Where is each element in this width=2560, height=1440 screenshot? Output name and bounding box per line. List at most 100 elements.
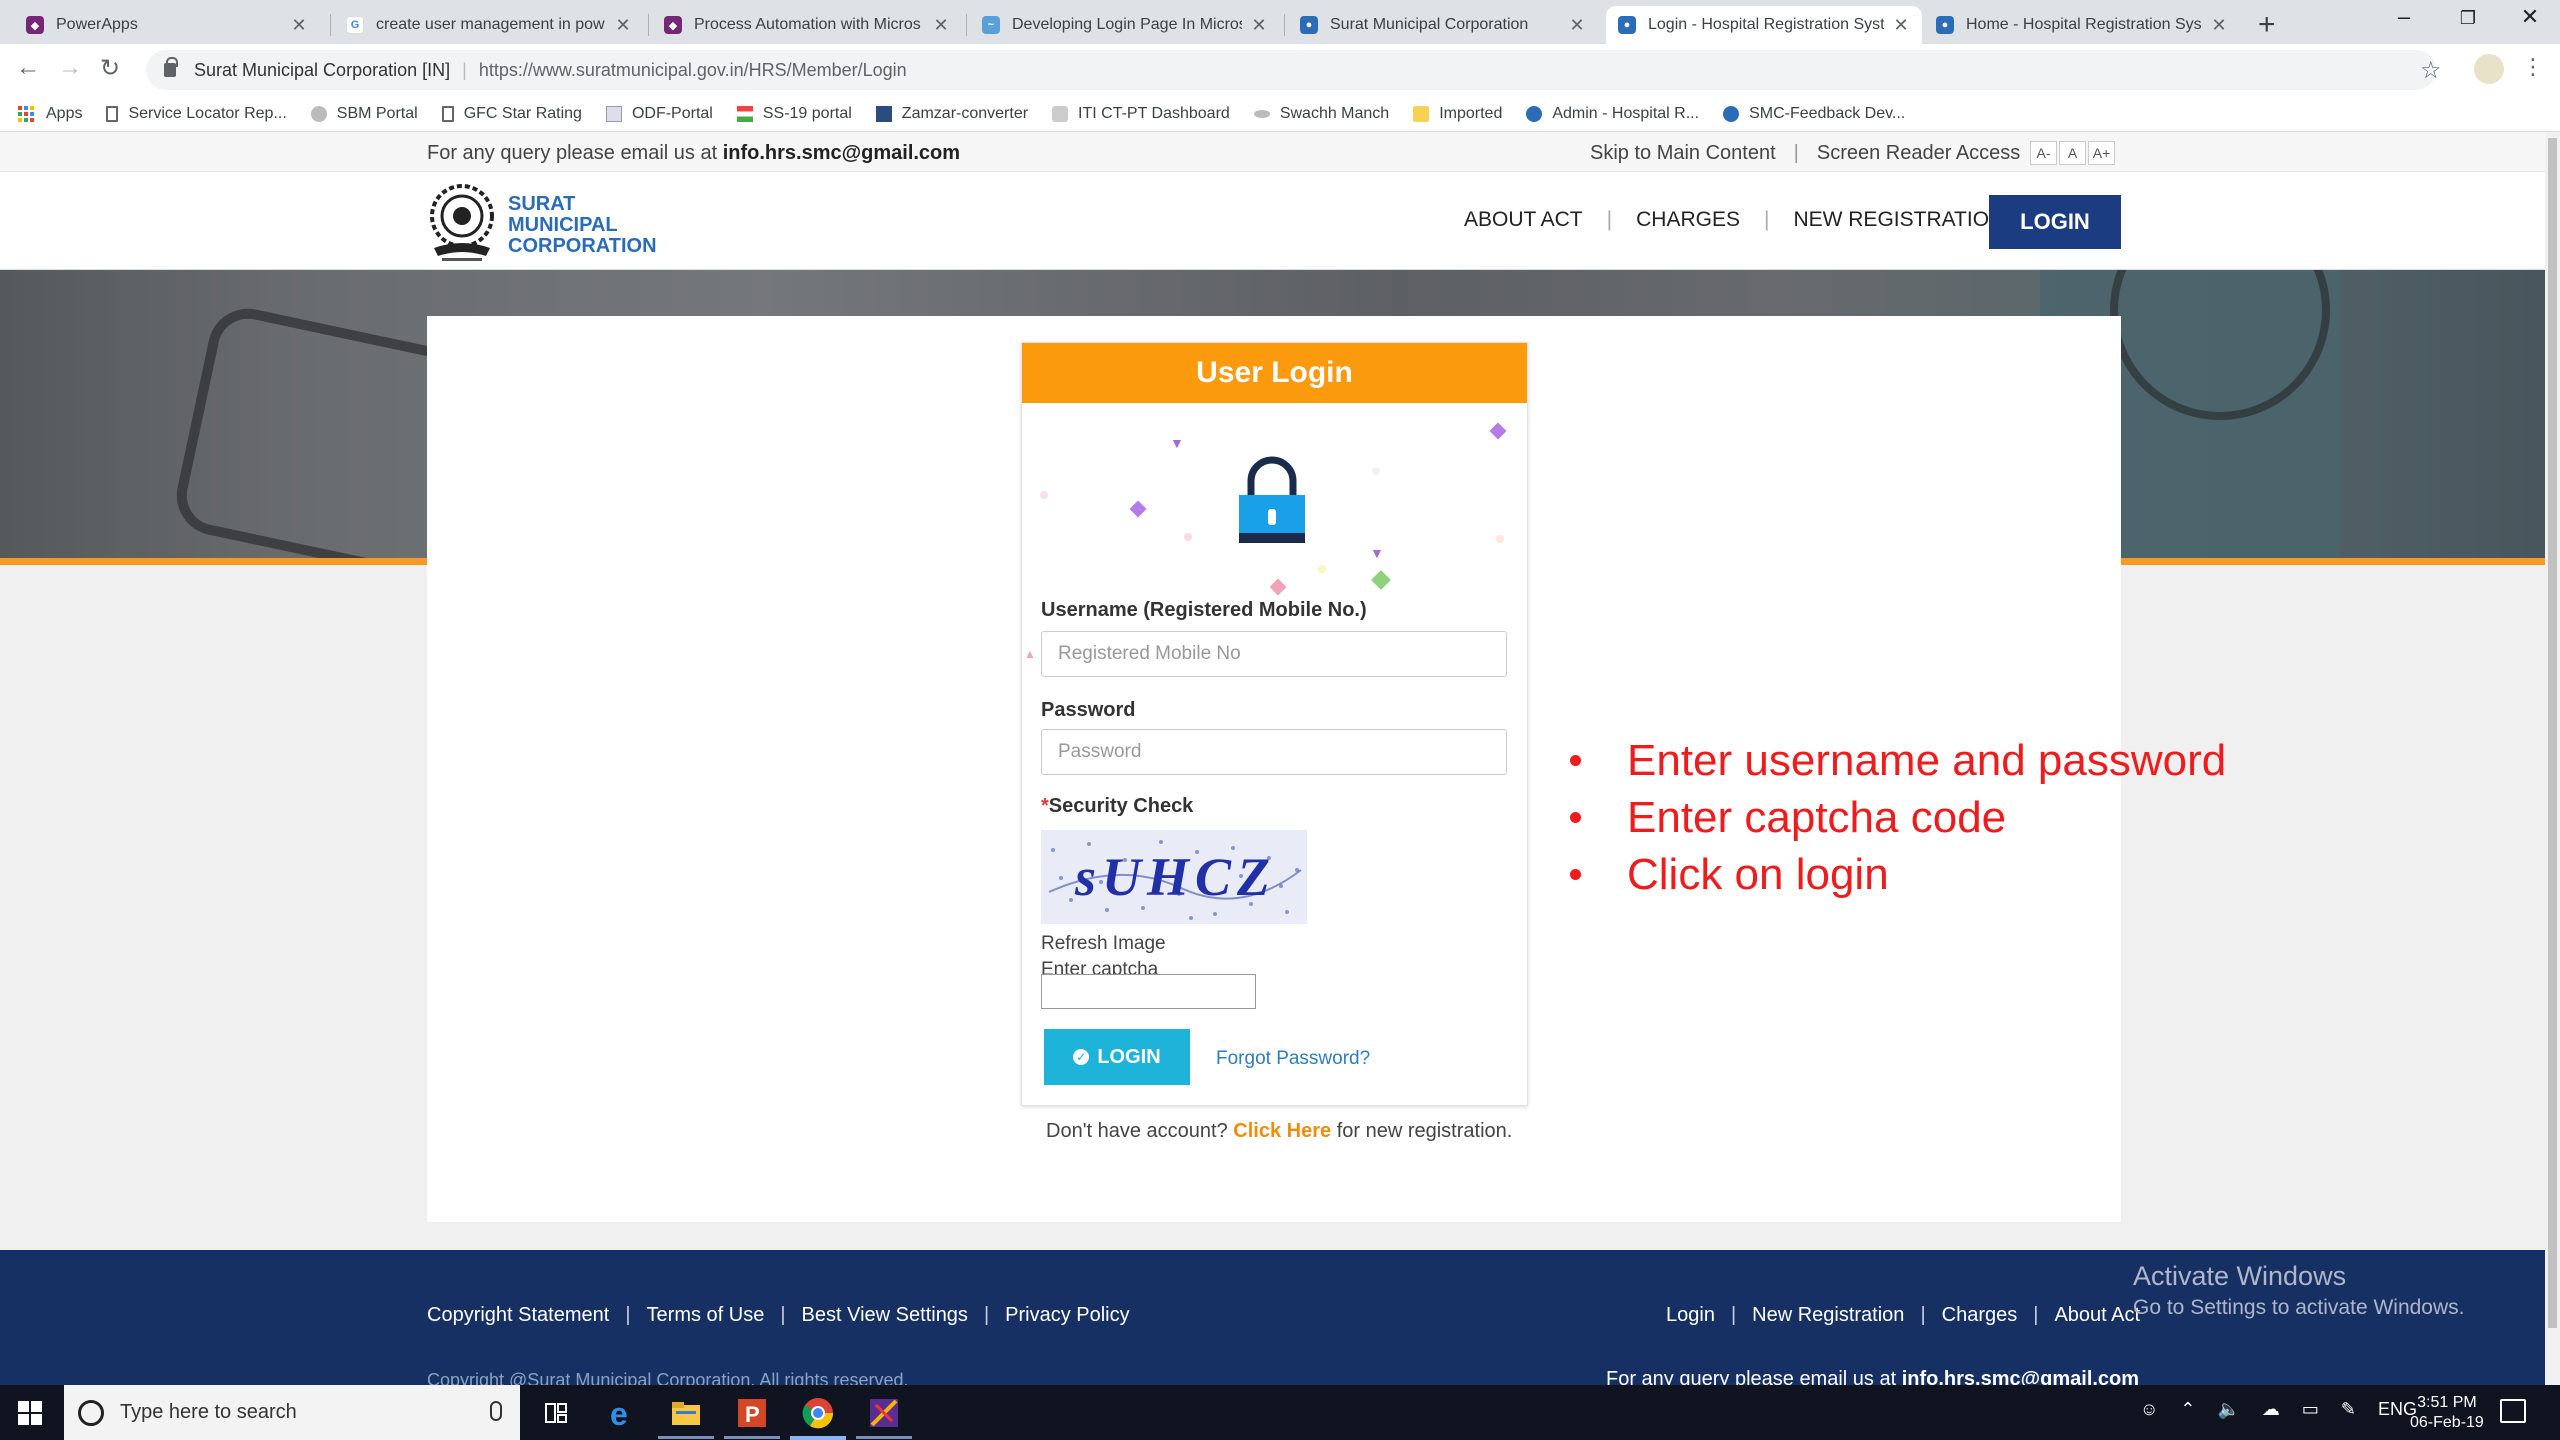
close-tab-icon[interactable]: ✕ (290, 15, 308, 36)
page-icon (106, 105, 119, 122)
browser-tab[interactable]: ~ Developing Login Page In Micros ✕ (970, 6, 1280, 44)
password-input[interactable]: Password (1041, 729, 1507, 775)
logo-line: SURAT (508, 193, 576, 215)
restore-button[interactable]: ❐ (2448, 8, 2488, 29)
bookmark-item[interactable]: ODF-Portal (605, 105, 713, 123)
footer-link[interactable]: Charges (1942, 1304, 2018, 1327)
odf-icon (605, 105, 622, 122)
notification-center-icon[interactable] (2500, 1399, 2526, 1423)
reload-icon[interactable]: ↻ (100, 54, 120, 83)
footer-link[interactable]: About Act (2054, 1304, 2140, 1327)
task-view-icon[interactable] (538, 1395, 574, 1431)
smc-emblem-icon[interactable] (428, 178, 496, 264)
close-tab-icon[interactable]: ✕ (1250, 15, 1268, 36)
nav-about-act[interactable]: ABOUT ACT (1464, 208, 1583, 232)
bookmark-item[interactable]: SBM Portal (310, 105, 418, 123)
logo-text[interactable]: SURAT MUNICIPAL CORPORATION (508, 194, 657, 257)
nav-charges[interactable]: CHARGES (1636, 208, 1740, 232)
file-explorer-icon[interactable] (668, 1395, 704, 1431)
confetti-decoration: ▼ (1370, 545, 1384, 561)
close-tab-icon[interactable]: ✕ (932, 15, 950, 36)
browser-tab[interactable]: ◆ Process Automation with Micros ✕ (652, 6, 962, 44)
footer-link[interactable]: Privacy Policy (1005, 1304, 1129, 1327)
font-increase-button[interactable]: A+ (2088, 141, 2115, 165)
onedrive-cloud-icon[interactable]: ☁ (2262, 1399, 2280, 1420)
browser-tab[interactable]: G create user management in pow ✕ (334, 6, 644, 44)
bookmark-star-icon[interactable]: ☆ (2420, 56, 2442, 85)
close-tab-icon[interactable]: ✕ (614, 15, 632, 36)
close-tab-icon[interactable]: ✕ (2210, 15, 2228, 36)
close-window-button[interactable]: ✕ (2510, 4, 2550, 30)
profile-avatar[interactable] (2474, 54, 2504, 84)
tab-title: Developing Login Page In Micros (1012, 16, 1242, 33)
more-menu-icon[interactable]: ⋮ (2522, 54, 2544, 80)
font-decrease-button[interactable]: A- (2030, 141, 2057, 165)
browser-tab[interactable]: ● Home - Hospital Registration Sys ✕ (1924, 6, 2240, 44)
bookmark-item[interactable]: SS-19 portal (736, 105, 852, 123)
microphone-icon[interactable] (490, 1401, 502, 1421)
refresh-image-link[interactable]: Refresh Image (1041, 933, 1166, 955)
taskbar-search[interactable]: Type here to search (64, 1385, 520, 1440)
footer-link[interactable]: New Registration (1752, 1304, 1904, 1327)
bookmark-item[interactable]: Zamzar-converter (875, 104, 1029, 123)
browser-tab[interactable]: ● Surat Municipal Corporation ✕ (1288, 6, 1598, 44)
scrollbar-thumb[interactable] (2548, 138, 2557, 1328)
query-email[interactable]: info.hrs.smc@gmail.com (723, 142, 960, 164)
bookmark-item[interactable]: Service Locator Rep... (106, 105, 287, 123)
app-icon[interactable] (866, 1395, 902, 1431)
chevron-up-icon[interactable]: ⌃ (2180, 1399, 2195, 1420)
footer-separator: | (625, 1304, 631, 1326)
address-bar[interactable]: Surat Municipal Corporation [IN] | https… (146, 50, 2436, 90)
bookmark-item[interactable]: Admin - Hospital R... (1526, 105, 1699, 123)
footer-link[interactable]: Copyright Statement (427, 1304, 609, 1327)
page-scrollbar[interactable] (2545, 132, 2560, 1385)
edge-browser-icon[interactable]: e (604, 1395, 640, 1432)
url-text[interactable]: https://www.suratmunicipal.gov.in/HRS/Me… (479, 60, 907, 81)
footer-link[interactable]: Login (1666, 1304, 1715, 1327)
font-normal-button[interactable]: A (2059, 141, 2086, 165)
volume-icon[interactable]: 🔈 (2217, 1399, 2239, 1420)
powerapps-favicon-icon: ◆ (664, 16, 682, 34)
close-tab-icon[interactable]: ✕ (1568, 15, 1586, 36)
powerpoint-icon[interactable]: P (734, 1395, 770, 1431)
screen-reader-link[interactable]: Screen Reader Access (1817, 142, 2020, 164)
bookmark-item[interactable]: GFC Star Rating (441, 105, 582, 123)
page-icon (441, 105, 454, 122)
browser-tab-active[interactable]: ● Login - Hospital Registration Syst ✕ (1606, 6, 1922, 44)
bookmark-label: Zamzar-converter (901, 104, 1029, 122)
minimize-button[interactable]: – (2384, 4, 2424, 30)
browser-tab[interactable]: ◆ PowerApps ✕ (14, 6, 320, 44)
lock-icon[interactable] (164, 57, 178, 77)
bookmark-item[interactable]: SMC-Feedback Dev... (1723, 105, 1905, 123)
skip-to-main-link[interactable]: Skip to Main Content (1590, 142, 1776, 164)
footer-link[interactable]: Best View Settings (802, 1304, 968, 1327)
new-tab-button[interactable]: + (2258, 8, 2276, 42)
forward-arrow-icon[interactable]: → (58, 54, 82, 82)
captcha-input[interactable] (1041, 974, 1256, 1009)
chrome-icon[interactable] (800, 1395, 836, 1431)
forgot-password-link[interactable]: Forgot Password? (1216, 1048, 1370, 1070)
pen-icon[interactable]: ✎ (2341, 1399, 2356, 1420)
bookmark-item[interactable]: Swachh Manch (1253, 105, 1389, 123)
security-label-text: Security Check (1048, 795, 1194, 817)
login-submit-button[interactable]: ✓ LOGIN (1044, 1029, 1190, 1085)
windows-start-icon[interactable] (18, 1401, 42, 1425)
article-favicon-icon: ~ (982, 16, 1000, 34)
bookmark-label: Apps (46, 104, 83, 122)
captcha-text: sUHCZ (1075, 847, 1277, 907)
footer-link[interactable]: Terms of Use (647, 1304, 765, 1327)
register-click-here-link[interactable]: Click Here (1233, 1120, 1331, 1142)
back-arrow-icon[interactable]: ← (16, 54, 40, 82)
taskbar-clock[interactable]: 3:51 PM 06-Feb-19 (2410, 1393, 2484, 1433)
nav-separator: | (1763, 208, 1770, 231)
bookmark-apps[interactable]: Apps (18, 105, 82, 123)
bookmark-item[interactable]: Imported (1413, 105, 1502, 123)
footer-separator: | (780, 1304, 786, 1326)
bookmark-item[interactable]: ITI CT-PT Dashboard (1052, 105, 1230, 123)
nav-new-registration[interactable]: NEW REGISTRATION (1793, 208, 2004, 232)
username-input[interactable]: Registered Mobile No (1041, 631, 1507, 677)
close-tab-icon[interactable]: ✕ (1892, 15, 1910, 36)
network-icon[interactable]: ▭ (2302, 1399, 2319, 1420)
people-icon[interactable]: ☺ (2140, 1399, 2158, 1420)
nav-login-button[interactable]: LOGIN (1989, 195, 2121, 249)
